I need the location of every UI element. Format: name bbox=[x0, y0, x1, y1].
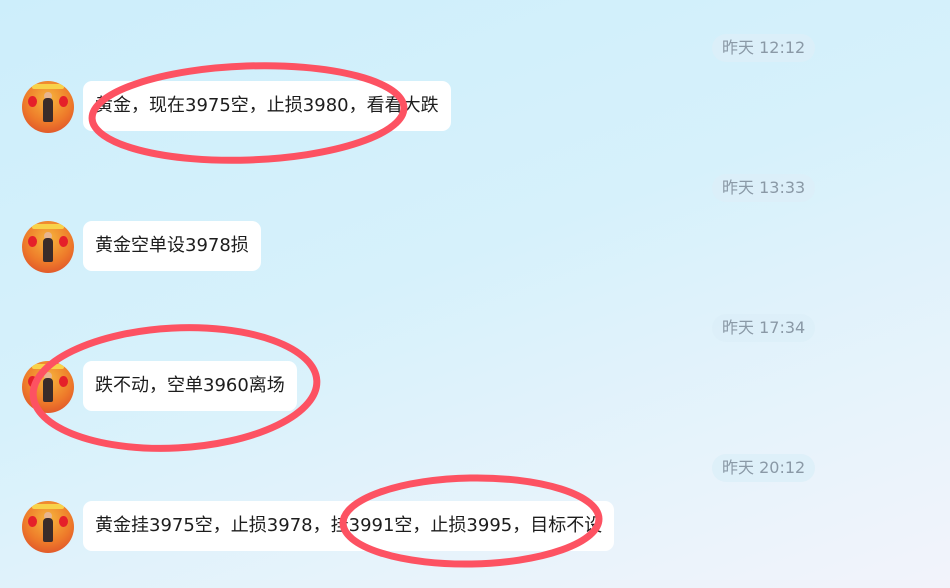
message-bubble[interactable]: 黄金挂3975空，止损3978，挂3991空，止损3995，目标不设 bbox=[83, 501, 615, 551]
message-bubble[interactable]: 黄金，现在3975空，止损3980，看看大跌 bbox=[83, 81, 451, 131]
avatar-person bbox=[43, 238, 53, 262]
avatar[interactable] bbox=[22, 81, 74, 133]
timestamp: 昨天 12:12 bbox=[712, 34, 816, 62]
avatar[interactable] bbox=[22, 361, 74, 413]
avatar-banner bbox=[32, 364, 64, 369]
chat-window: 昨天 12:12 黄金，现在3975空，止损3980，看看大跌 昨天 13:33… bbox=[0, 0, 950, 588]
timestamp: 昨天 20:12 bbox=[712, 454, 816, 482]
message-bubble[interactable]: 黄金空单设3978损 bbox=[83, 221, 261, 271]
lantern-icon bbox=[59, 236, 68, 247]
timestamp: 昨天 17:34 bbox=[712, 314, 816, 342]
lantern-icon bbox=[28, 376, 37, 387]
avatar-banner bbox=[32, 504, 64, 509]
avatar-person bbox=[43, 518, 53, 542]
lantern-icon bbox=[59, 96, 68, 107]
lantern-icon bbox=[59, 376, 68, 387]
avatar-person bbox=[43, 378, 53, 402]
avatar-banner bbox=[32, 84, 64, 89]
lantern-icon bbox=[28, 516, 37, 527]
lantern-icon bbox=[28, 236, 37, 247]
message-bubble[interactable]: 跌不动，空单3960离场 bbox=[83, 361, 297, 411]
avatar-person bbox=[43, 98, 53, 122]
lantern-icon bbox=[28, 96, 37, 107]
timestamp: 昨天 13:33 bbox=[712, 174, 816, 202]
avatar-banner bbox=[32, 224, 64, 229]
lantern-icon bbox=[59, 516, 68, 527]
avatar[interactable] bbox=[22, 501, 74, 553]
avatar[interactable] bbox=[22, 221, 74, 273]
